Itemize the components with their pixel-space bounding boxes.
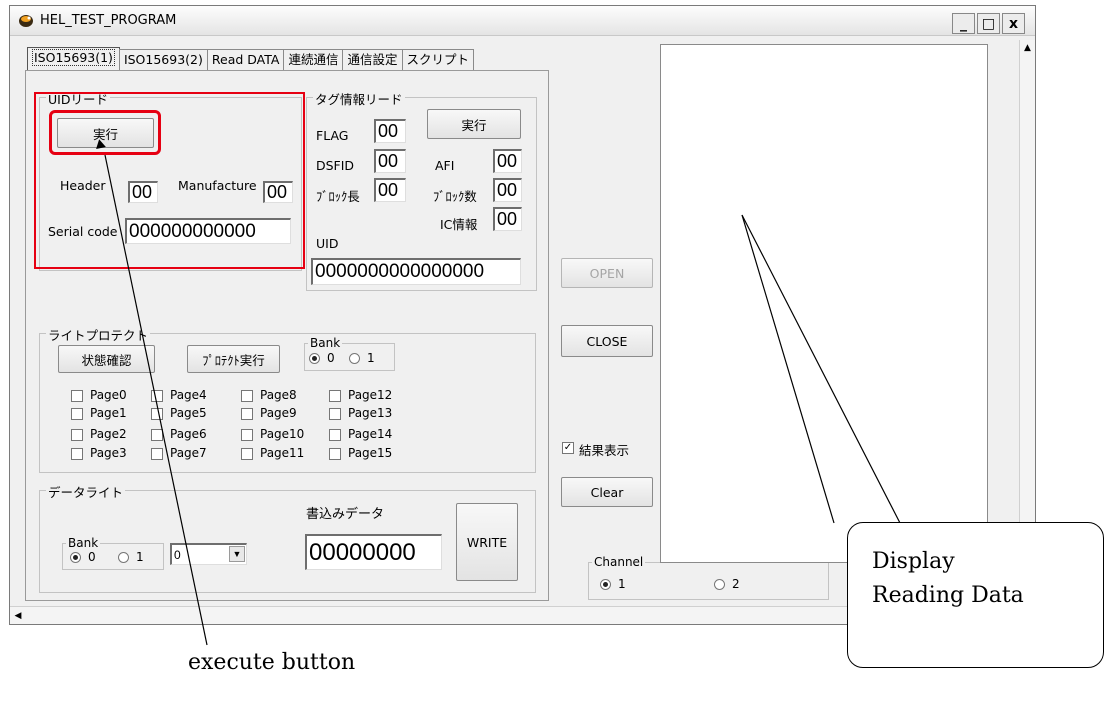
callout-line-2: Reading Data <box>872 583 1024 608</box>
callout-pointer-right <box>741 214 901 524</box>
display-callout: Display Reading Data <box>847 522 1104 668</box>
callout-pointer-left <box>741 214 835 524</box>
execute-caption: execute button <box>188 650 356 675</box>
callout-line-1: Display <box>872 549 955 574</box>
execute-arrow-head <box>96 139 106 150</box>
execute-arrow-line <box>104 154 208 646</box>
